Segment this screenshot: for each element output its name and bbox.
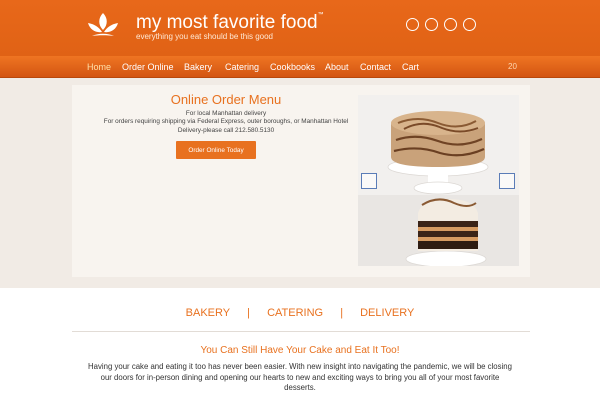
social-icon-4[interactable] — [463, 18, 476, 31]
main-nav: Home Order Online Bakery Catering Cookbo… — [0, 56, 600, 78]
nav-item-catering[interactable]: Catering — [225, 62, 259, 72]
slider-next-icon[interactable] — [499, 173, 515, 189]
social-links — [406, 18, 476, 31]
social-icon-2[interactable] — [425, 18, 438, 31]
cake-image-slider[interactable] — [358, 95, 519, 266]
order-online-today-button[interactable]: Order Online Today — [176, 141, 256, 159]
order-note-line: For orders requiring shipping via Federa… — [103, 118, 349, 126]
trademark-symbol: ™ — [317, 12, 324, 18]
cake-photo-icon — [358, 95, 519, 266]
link-delivery[interactable]: DELIVERY — [360, 307, 414, 319]
brand-tagline: everything you eat should be this good — [136, 32, 273, 41]
content-heading: You Can Still Have Your Cake and Eat It … — [200, 345, 400, 356]
section-divider — [72, 331, 530, 332]
nav-item-home[interactable]: Home — [87, 62, 111, 72]
brand-title[interactable]: my most favorite food™ — [136, 12, 324, 34]
order-note-line: For local Manhattan delivery — [185, 110, 267, 117]
nav-item-contact[interactable]: Contact — [360, 62, 391, 72]
order-menu-title: Online Order Menu — [170, 92, 282, 107]
category-links: BAKERY | CATERING | DELIVERY — [0, 307, 600, 319]
order-note-line: Delivery-please call 212.580.5130 — [177, 126, 275, 134]
nav-item-cart[interactable]: Cart — [402, 62, 419, 72]
nav-item-about[interactable]: About — [325, 62, 349, 72]
link-bakery[interactable]: BAKERY — [186, 307, 230, 319]
link-separator: | — [247, 307, 251, 319]
nav-item-cookbooks[interactable]: Cookbooks — [270, 62, 315, 72]
social-icon-3[interactable] — [444, 18, 457, 31]
site-header: my most favorite food™ everything you ea… — [0, 0, 600, 56]
cart-count-badge[interactable]: 20 — [508, 62, 517, 71]
brand-title-text: my most favorite food — [136, 12, 318, 33]
nav-item-bakery[interactable]: Bakery — [184, 62, 212, 72]
content-body: Having your cake and eating it too has n… — [88, 362, 512, 393]
link-separator: | — [340, 307, 344, 319]
slider-prev-icon[interactable] — [361, 173, 377, 189]
nav-item-order-online[interactable]: Order Online — [122, 62, 174, 72]
order-menu-note: For local Manhattan delivery For orders … — [80, 110, 372, 135]
social-icon-1[interactable] — [406, 18, 419, 31]
leaf-logo-icon[interactable] — [86, 10, 120, 44]
link-catering[interactable]: CATERING — [267, 307, 323, 319]
